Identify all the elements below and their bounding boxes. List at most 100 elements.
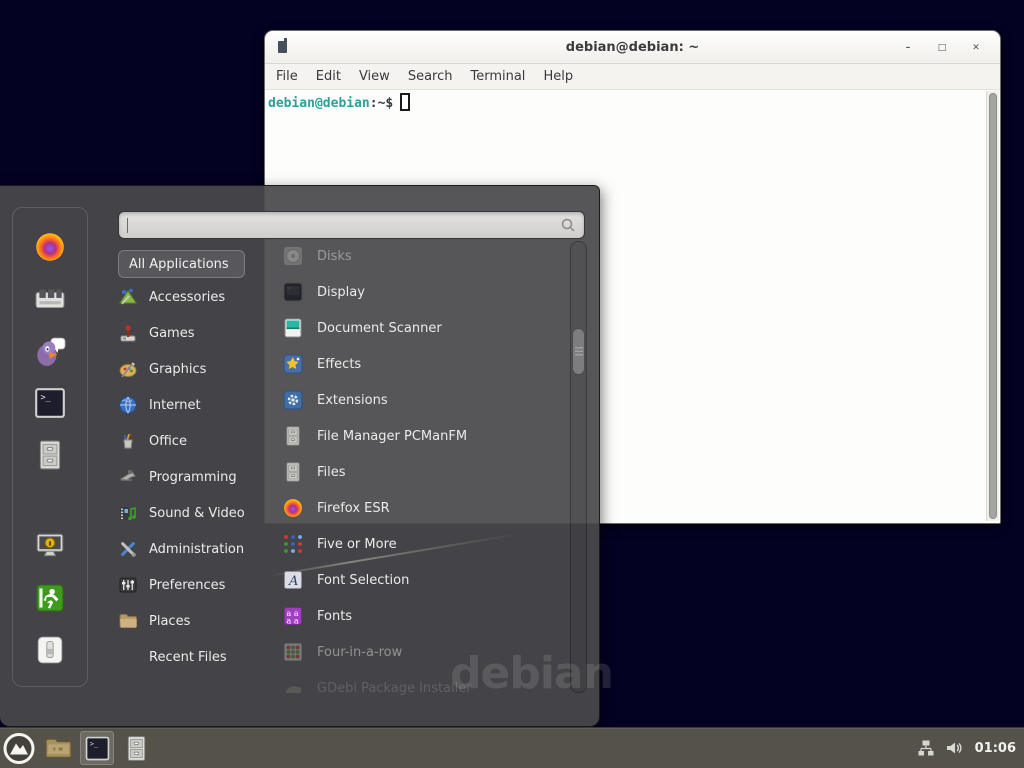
app-item-effects[interactable]: Effects (282, 346, 568, 382)
search-input[interactable] (130, 218, 560, 233)
application-menu: debian >_ All Ap (0, 185, 600, 727)
terminal-window-icon (278, 41, 287, 53)
favorite-control-center[interactable] (33, 282, 67, 316)
minimize-button[interactable]: – (898, 38, 918, 58)
document-scanner-icon (282, 317, 306, 339)
prompt-path: :~$ (370, 96, 393, 111)
preferences-icon (118, 575, 140, 595)
places-icon (118, 611, 140, 631)
category-internet[interactable]: Internet (118, 387, 288, 423)
category-places[interactable]: Places (118, 603, 288, 639)
start-menu-button[interactable] (2, 731, 36, 765)
favorite-terminal[interactable]: >_ (33, 386, 67, 420)
scrollbar-grip-icon (575, 347, 583, 357)
four-in-a-row-icon (282, 641, 306, 663)
shutdown-icon (38, 637, 61, 663)
app-item-four-in-a-row[interactable]: Four-in-a-row (282, 634, 568, 670)
close-button[interactable]: ✕ (966, 38, 986, 58)
search-caret (127, 218, 128, 233)
category-games[interactable]: Games (118, 315, 288, 351)
app-item-file-manager-pcmanfm[interactable]: File Manager PCManFM (282, 418, 568, 454)
favorite-firefox[interactable] (33, 230, 67, 264)
taskbar-terminal-active[interactable]: >_ (80, 731, 114, 765)
menu-scrollbar[interactable] (570, 241, 587, 693)
favorite-lock-screen[interactable] (33, 529, 67, 563)
firefox-icon (282, 497, 306, 519)
terminal-scrollbar-thumb[interactable] (989, 93, 997, 519)
file-cabinet-icon (128, 736, 144, 760)
font-selection-icon: A (282, 569, 306, 591)
category-preferences[interactable]: Preferences (118, 567, 288, 603)
favorite-logout[interactable] (33, 581, 67, 615)
window-title: debian@debian: ~ (566, 40, 699, 55)
five-or-more-icon (282, 533, 306, 555)
administration-icon (118, 539, 140, 559)
category-graphics[interactable]: Graphics (118, 351, 288, 387)
menu-help[interactable]: Help (534, 64, 582, 89)
terminal-menubar: File Edit View Search Terminal Help (265, 64, 1000, 90)
terminal-icon: >_ (86, 737, 108, 759)
app-item-files[interactable]: Files (282, 454, 568, 490)
games-icon (118, 323, 140, 343)
category-label: All Applications (129, 257, 229, 272)
category-list: Accessories Games Graphics Internet Offi… (118, 279, 288, 675)
app-item-gdebi[interactable]: GDebi Package Installer (282, 670, 568, 706)
taskbar-file-manager[interactable] (41, 731, 75, 765)
favorite-shutdown[interactable] (33, 633, 67, 667)
category-sound-video[interactable]: Sound & Video (118, 495, 288, 531)
file-cabinet-icon (282, 425, 306, 447)
category-office[interactable]: Office (118, 423, 288, 459)
file-cabinet-icon (282, 461, 306, 483)
file-cabinet-icon (40, 441, 59, 469)
terminal-titlebar[interactable]: debian@debian: ~ – □ ✕ (265, 31, 1000, 64)
terminal-cursor (400, 93, 410, 111)
effects-icon (282, 353, 306, 375)
gdebi-icon (282, 677, 306, 699)
menu-search-box[interactable] (118, 211, 585, 239)
app-item-document-scanner[interactable]: Document Scanner (282, 310, 568, 346)
app-item-firefox-esr[interactable]: Firefox ESR (282, 490, 568, 526)
firefox-icon (36, 233, 64, 261)
programming-icon (118, 467, 140, 487)
disks-icon (282, 245, 306, 267)
application-list: Disks Display Document Scanner Effects E… (282, 238, 568, 706)
menu-terminal[interactable]: Terminal (461, 64, 534, 89)
category-all-applications[interactable]: All Applications (118, 250, 245, 278)
internet-icon (118, 395, 140, 415)
category-accessories[interactable]: Accessories (118, 279, 288, 315)
menu-search[interactable]: Search (399, 64, 462, 89)
app-item-fonts[interactable]: a aa a Fonts (282, 598, 568, 634)
terminal-icon: >_ (36, 389, 64, 417)
recent-files-spacer (118, 647, 140, 667)
menu-file[interactable]: File (267, 64, 307, 89)
maximize-button[interactable]: □ (932, 38, 952, 58)
terminal-scrollbar[interactable] (986, 91, 999, 521)
network-icon[interactable] (917, 739, 935, 757)
display-icon (282, 281, 306, 303)
app-item-disks[interactable]: Disks (282, 238, 568, 274)
folder-icon (46, 739, 71, 757)
app-item-font-selection[interactable]: A Font Selection (282, 562, 568, 598)
favorite-pidgin[interactable] (33, 334, 67, 368)
control-center-icon (36, 289, 64, 307)
menu-edit[interactable]: Edit (307, 64, 350, 89)
office-icon (118, 431, 140, 451)
menu-scrollbar-thumb[interactable] (572, 328, 585, 375)
accessories-icon (118, 287, 140, 307)
favorite-file-manager[interactable] (33, 438, 67, 472)
app-item-five-or-more[interactable]: Five or More (282, 526, 568, 562)
extensions-icon (282, 389, 306, 411)
category-programming[interactable]: Programming (118, 459, 288, 495)
start-menu-icon (5, 734, 33, 762)
app-item-extensions[interactable]: Extensions (282, 382, 568, 418)
prompt-user-host: debian@debian (268, 96, 370, 111)
volume-icon[interactable] (945, 739, 963, 757)
category-recent-files[interactable]: Recent Files (118, 639, 288, 675)
menu-view[interactable]: View (350, 64, 399, 89)
svg-text:a a: a a (287, 617, 299, 626)
taskbar-clock[interactable]: 01:06 (975, 741, 1016, 756)
taskbar-files[interactable] (119, 731, 153, 765)
app-item-display[interactable]: Display (282, 274, 568, 310)
category-administration[interactable]: Administration (118, 531, 288, 567)
svg-text:>_: >_ (89, 739, 98, 747)
